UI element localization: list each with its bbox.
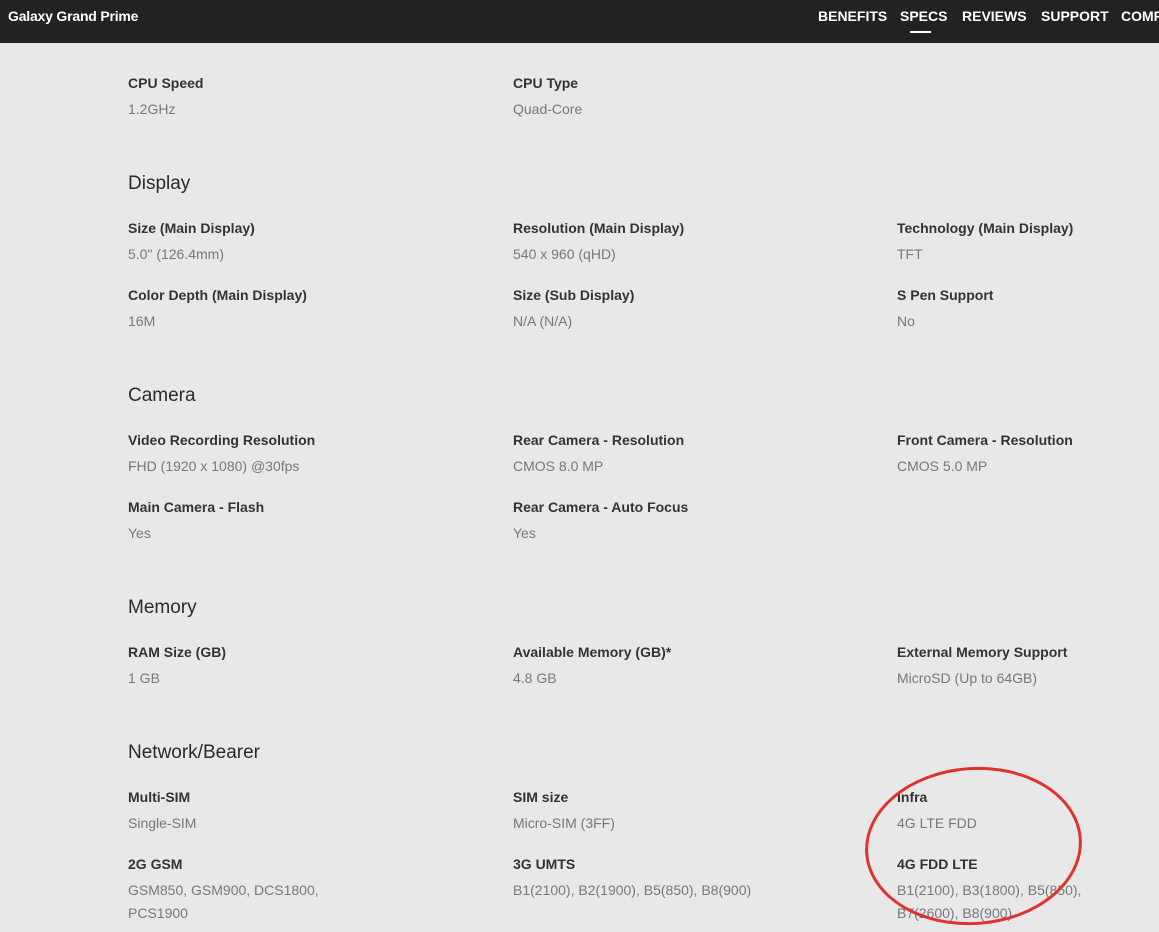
spec-label: External Memory Support: [897, 644, 1068, 660]
spec-sim-size: SIM size Micro-SIM (3FF): [513, 788, 873, 835]
spec-label: RAM Size (GB): [128, 644, 226, 660]
spec-infra: Infra 4G LTE FDD: [897, 788, 1159, 835]
spec-value: CMOS 8.0 MP: [513, 458, 604, 474]
spec-label: Available Memory (GB)*: [513, 644, 672, 660]
spec-label: Size (Main Display): [128, 220, 255, 236]
spec-label: Infra: [897, 789, 928, 805]
spec-available-memory: Available Memory (GB)* 4.8 GB: [513, 643, 873, 690]
spec-label: Multi-SIM: [128, 789, 191, 805]
spec-value: GSM850, GSM900, DCS1800, PCS1900: [128, 882, 319, 921]
spec-value: 1.2GHz: [128, 101, 176, 117]
spec-main-camera-flash: Main Camera - Flash Yes: [128, 498, 488, 545]
spec-label: Front Camera - Resolution: [897, 432, 1073, 448]
spec-value: 16M: [128, 313, 156, 329]
spec-label: 4G FDD LTE: [897, 856, 978, 872]
spec-value: B1(2100), B2(1900), B5(850), B8(900): [513, 882, 752, 898]
section-title-camera: Camera: [128, 385, 196, 406]
spec-front-camera-resolution: Front Camera - Resolution CMOS 5.0 MP: [897, 431, 1159, 478]
spec-value: MicroSD (Up to 64GB): [897, 670, 1038, 686]
spec-label: Rear Camera - Resolution: [513, 432, 685, 448]
spec-external-memory-support: External Memory Support MicroSD (Up to 6…: [897, 643, 1159, 690]
nav-benefits[interactable]: BENEFITS: [818, 8, 887, 24]
spec-label: Color Depth (Main Display): [128, 287, 307, 303]
spec-label: CPU Type: [513, 75, 579, 91]
spec-value: Yes: [513, 525, 536, 541]
spec-ram-size: RAM Size (GB) 1 GB: [128, 643, 488, 690]
spec-label: Size (Sub Display): [513, 287, 635, 303]
spec-value: CMOS 5.0 MP: [897, 458, 988, 474]
spec-label: 3G UMTS: [513, 856, 576, 872]
spec-value: N/A (N/A): [513, 313, 573, 329]
spec-label: 2G GSM: [128, 856, 183, 872]
spec-cpu-type: CPU Type Quad-Core: [513, 74, 873, 121]
spec-value: 4G LTE FDD: [897, 815, 977, 831]
nav-specs[interactable]: SPECS: [900, 8, 947, 33]
spec-cpu-speed: CPU Speed 1.2GHz: [128, 74, 488, 121]
specs-content: Processor CPU Speed 1.2GHz CPU Type Quad…: [0, 0, 1159, 932]
section-title-network: Network/Bearer: [128, 742, 260, 763]
spec-2g-gsm: 2G GSM GSM850, GSM900, DCS1800, PCS1900: [128, 855, 328, 925]
spec-value: Quad-Core: [513, 101, 583, 117]
spec-label: SIM size: [513, 789, 569, 805]
nav-compare[interactable]: COMP: [1121, 8, 1159, 24]
spec-label: Video Recording Resolution: [128, 432, 316, 448]
spec-value: Micro-SIM (3FF): [513, 815, 615, 831]
spec-value: FHD (1920 x 1080) @30fps: [128, 458, 300, 474]
spec-s-pen-support: S Pen Support No: [897, 286, 1159, 333]
spec-label: Main Camera - Flash: [128, 499, 265, 515]
spec-rear-camera-auto-focus: Rear Camera - Auto Focus Yes: [513, 498, 873, 545]
section-nav: BENEFITS SPECS REVIEWS SUPPORT COMP: [0, 8, 1159, 38]
spec-main-display-resolution: Resolution (Main Display) 540 x 960 (qHD…: [513, 219, 873, 266]
section-title-display: Display: [128, 173, 191, 194]
spec-value: 4.8 GB: [513, 670, 557, 686]
spec-value: TFT: [897, 246, 923, 262]
spec-value: Yes: [128, 525, 151, 541]
top-navigation-bar: Galaxy Grand Prime BENEFITS SPECS REVIEW…: [0, 0, 1159, 43]
spec-value: No: [897, 313, 915, 329]
spec-value: 1 GB: [128, 670, 160, 686]
spec-main-display-technology: Technology (Main Display) TFT: [897, 219, 1159, 266]
spec-value: 540 x 960 (qHD): [513, 246, 616, 262]
spec-rear-camera-resolution: Rear Camera - Resolution CMOS 8.0 MP: [513, 431, 873, 478]
spec-label: S Pen Support: [897, 287, 994, 303]
spec-color-depth: Color Depth (Main Display) 16M: [128, 286, 488, 333]
spec-main-display-size: Size (Main Display) 5.0" (126.4mm): [128, 219, 488, 266]
spec-label: CPU Speed: [128, 75, 204, 91]
spec-video-recording-resolution: Video Recording Resolution FHD (1920 x 1…: [128, 431, 488, 478]
spec-value: 5.0" (126.4mm): [128, 246, 225, 262]
spec-label: Technology (Main Display): [897, 220, 1074, 236]
spec-value: B1(2100), B3(1800), B5(850), B7(2600), B…: [897, 882, 1082, 921]
spec-value: Single-SIM: [128, 815, 197, 831]
spec-multi-sim: Multi-SIM Single-SIM: [128, 788, 488, 835]
nav-reviews[interactable]: REVIEWS: [962, 8, 1027, 24]
nav-support[interactable]: SUPPORT: [1041, 8, 1109, 24]
spec-label: Rear Camera - Auto Focus: [513, 499, 689, 515]
spec-4g-fdd-lte: 4G FDD LTE B1(2100), B3(1800), B5(850), …: [897, 855, 1082, 925]
spec-3g-umts: 3G UMTS B1(2100), B2(1900), B5(850), B8(…: [513, 855, 873, 902]
spec-label: Resolution (Main Display): [513, 220, 685, 236]
spec-sub-display-size: Size (Sub Display) N/A (N/A): [513, 286, 873, 333]
section-title-memory: Memory: [128, 597, 197, 618]
